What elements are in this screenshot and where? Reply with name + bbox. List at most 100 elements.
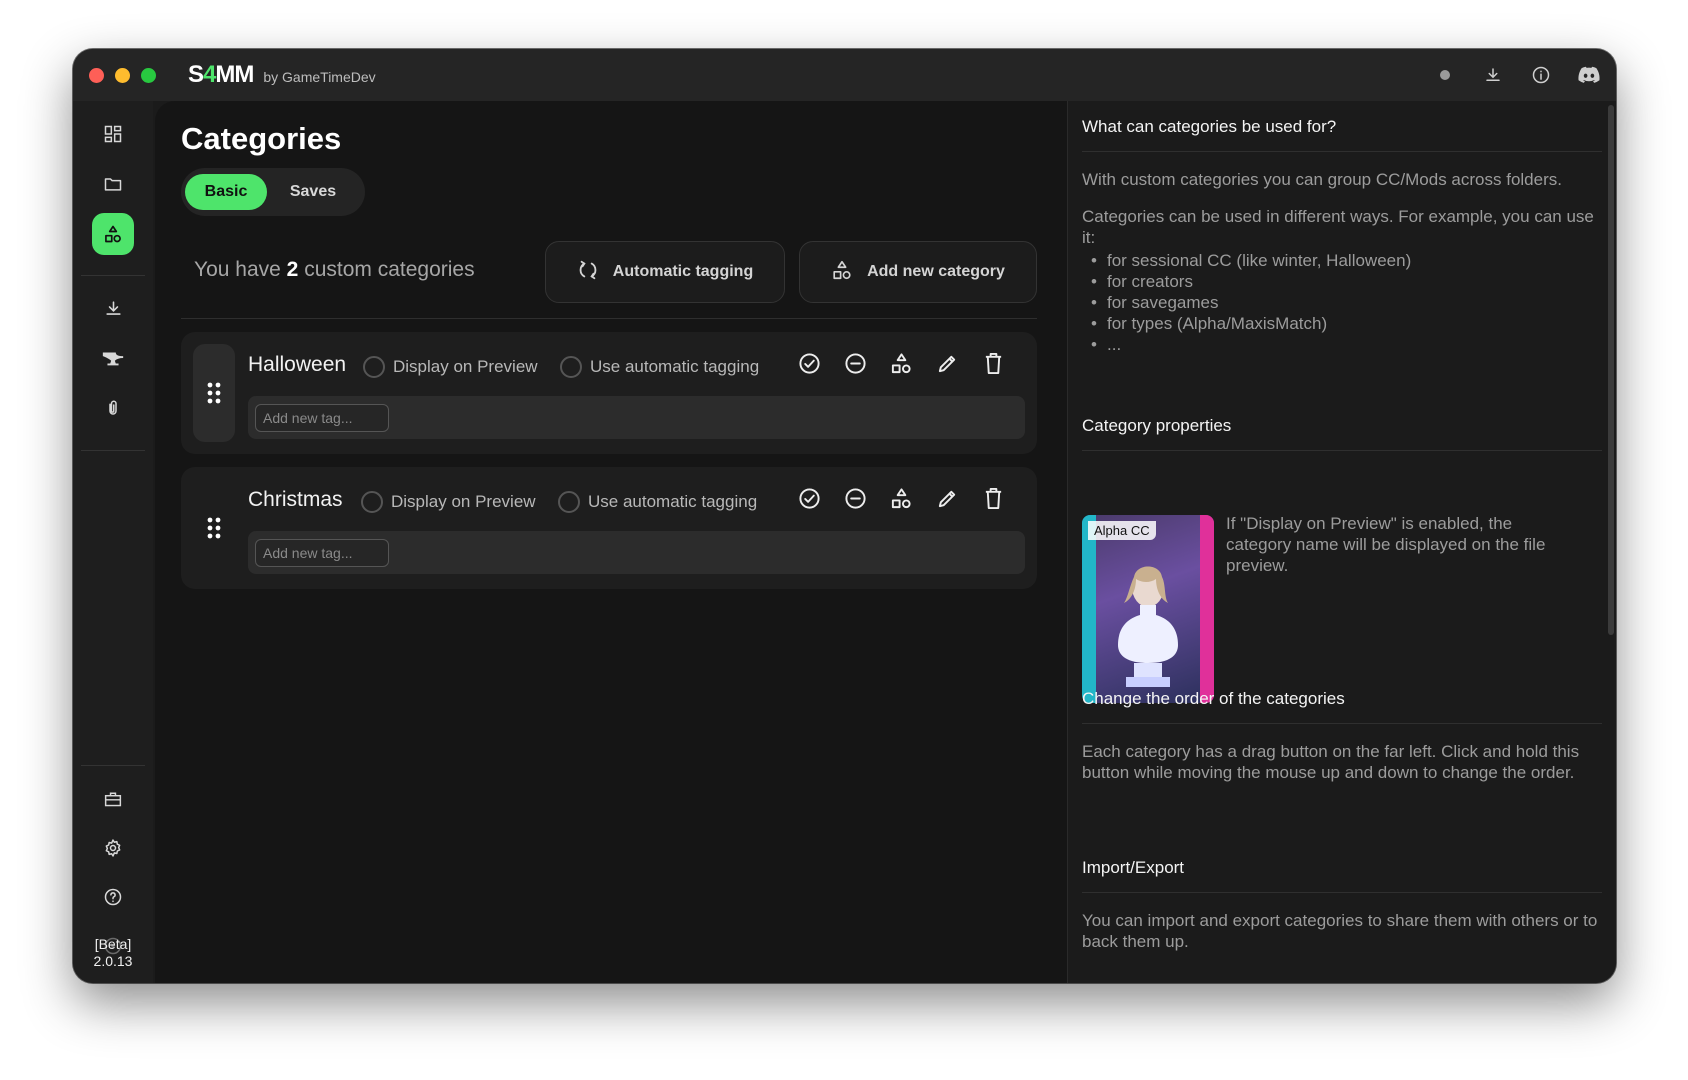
discord-icon[interactable] — [1578, 64, 1600, 86]
automatic-tagging-label: Automatic tagging — [612, 263, 754, 280]
help-icon[interactable] — [92, 876, 134, 918]
display-on-preview-label: Display on Preview — [393, 357, 538, 376]
summary-prefix: You have — [194, 258, 281, 281]
category-preview-image: Alpha CC — [1082, 515, 1214, 703]
logo-part-four: 4 — [203, 61, 216, 88]
drag-dots-icon — [207, 382, 221, 404]
sidebar: [Beta] 2.0.13 — [73, 101, 153, 983]
category-actions — [797, 486, 1005, 510]
page-title: Categories — [181, 121, 342, 156]
use-automatic-tagging-label: Use automatic tagging — [590, 357, 760, 376]
list-item: for types (Alpha/MaxisMatch) — [1082, 313, 1602, 334]
help-paragraph: If "Display on Preview" is enabled, the … — [1226, 514, 1546, 575]
app-byline: by GameTimeDev — [263, 69, 376, 85]
sidebar-divider — [81, 765, 145, 766]
help-section-title: Change the order of the categories — [1082, 689, 1602, 724]
help-paragraph: Each category has a drag button on the f… — [1082, 742, 1580, 782]
title-bar: S4MM by GameTimeDev — [73, 49, 1616, 101]
help-section-title: Import/Export — [1082, 858, 1602, 893]
toolbox-icon[interactable] — [92, 778, 134, 820]
help-section-title: Category properties — [1082, 416, 1602, 451]
list-item: ... — [1082, 334, 1602, 355]
refresh-icon — [577, 259, 599, 286]
help-section-properties: Category properties — [1082, 416, 1602, 451]
pencil-icon[interactable] — [935, 351, 959, 375]
content-divider — [181, 318, 1037, 319]
category-count-summary: You have 2 custom categories — [194, 258, 475, 282]
categories-icon[interactable] — [92, 213, 134, 255]
close-window-button[interactable] — [89, 67, 104, 83]
add-new-category-label: Add new category — [867, 263, 1005, 280]
download-icon[interactable] — [1482, 64, 1504, 86]
gear-icon[interactable] — [92, 827, 134, 869]
preview-category-label: Alpha CC — [1088, 521, 1156, 540]
help-use-list: for sessional CC (like winter, Halloween… — [1082, 250, 1602, 355]
tab-basic[interactable]: Basic — [185, 174, 267, 210]
info-icon[interactable] — [1530, 64, 1552, 86]
maximize-window-button[interactable] — [141, 67, 156, 83]
download-icon[interactable] — [92, 287, 134, 329]
tab-saves[interactable]: Saves — [273, 174, 353, 210]
checkbox-circle[interactable] — [361, 491, 383, 513]
minus-circle-icon[interactable] — [843, 486, 867, 510]
version-tag: [Beta] — [94, 936, 132, 952]
sidebar-divider — [81, 275, 145, 276]
paperclip-icon[interactable] — [92, 387, 134, 429]
add-tag-input[interactable] — [255, 404, 389, 432]
category-actions — [797, 351, 1005, 375]
check-circle-icon[interactable] — [797, 351, 821, 375]
display-on-preview-label: Display on Preview — [391, 492, 536, 511]
help-panel: What can categories be used for? With cu… — [1067, 101, 1616, 983]
category-count: 2 — [286, 258, 299, 281]
tab-bar: Basic Saves — [181, 168, 365, 216]
automatic-tagging-button[interactable]: Automatic tagging — [545, 241, 785, 303]
shapes-icon[interactable] — [889, 351, 913, 375]
use-automatic-tagging-checkbox[interactable]: Use automatic tagging — [558, 491, 757, 513]
title-bar-icons — [1434, 49, 1600, 101]
tag-row — [248, 531, 1025, 574]
trash-icon[interactable] — [981, 486, 1005, 510]
version-number: 2.0.13 — [93, 953, 133, 969]
add-tag-input[interactable] — [255, 539, 389, 567]
shapes-icon — [831, 259, 853, 286]
list-item: for sessional CC (like winter, Halloween… — [1082, 250, 1602, 271]
checkbox-circle[interactable] — [363, 356, 385, 378]
display-on-preview-checkbox[interactable]: Display on Preview — [361, 491, 536, 513]
checkbox-circle[interactable] — [560, 356, 582, 378]
display-on-preview-checkbox[interactable]: Display on Preview — [363, 356, 538, 378]
logo-part-mm: MM — [215, 61, 254, 88]
folder-icon[interactable] — [92, 163, 134, 205]
drag-dots-icon — [207, 517, 221, 539]
use-automatic-tagging-label: Use automatic tagging — [588, 492, 758, 511]
tag-row — [248, 396, 1025, 439]
minimize-window-button[interactable] — [115, 67, 130, 83]
trash-icon[interactable] — [981, 351, 1005, 375]
help-section-title: What can categories be used for? — [1082, 117, 1602, 152]
use-automatic-tagging-checkbox[interactable]: Use automatic tagging — [560, 356, 759, 378]
help-section-uses: What can categories be used for? With cu… — [1082, 117, 1602, 355]
category-card-christmas: Christmas Display on Preview Use automat… — [181, 467, 1037, 589]
dashboard-icon[interactable] — [92, 113, 134, 155]
brand: S4MM by GameTimeDev — [188, 61, 376, 89]
help-panel-scrollbar[interactable] — [1608, 105, 1614, 635]
shapes-icon[interactable] — [889, 486, 913, 510]
drag-handle[interactable] — [193, 479, 235, 577]
checkbox-circle[interactable] — [558, 491, 580, 513]
add-new-category-button[interactable]: Add new category — [799, 241, 1037, 303]
help-section-import-export: Import/Export You can import and export … — [1082, 858, 1602, 952]
help-paragraph: Categories can be used in different ways… — [1082, 207, 1594, 247]
category-name: Halloween — [248, 353, 347, 376]
bust-illustration — [1118, 566, 1178, 687]
anvil-icon[interactable] — [92, 337, 134, 379]
list-item: for savegames — [1082, 292, 1602, 313]
check-circle-icon[interactable] — [797, 486, 821, 510]
main-content: Categories Basic Saves You have 2 custom… — [155, 101, 1067, 983]
drag-handle[interactable] — [193, 344, 235, 442]
version-label: [Beta] 2.0.13 — [73, 936, 153, 970]
help-paragraph: You can import and export categories to … — [1082, 911, 1598, 951]
help-paragraph: With custom categories you can group CC/… — [1082, 170, 1562, 189]
pencil-icon[interactable] — [935, 486, 959, 510]
category-name: Christmas — [248, 488, 343, 511]
sidebar-divider — [81, 450, 145, 451]
minus-circle-icon[interactable] — [843, 351, 867, 375]
